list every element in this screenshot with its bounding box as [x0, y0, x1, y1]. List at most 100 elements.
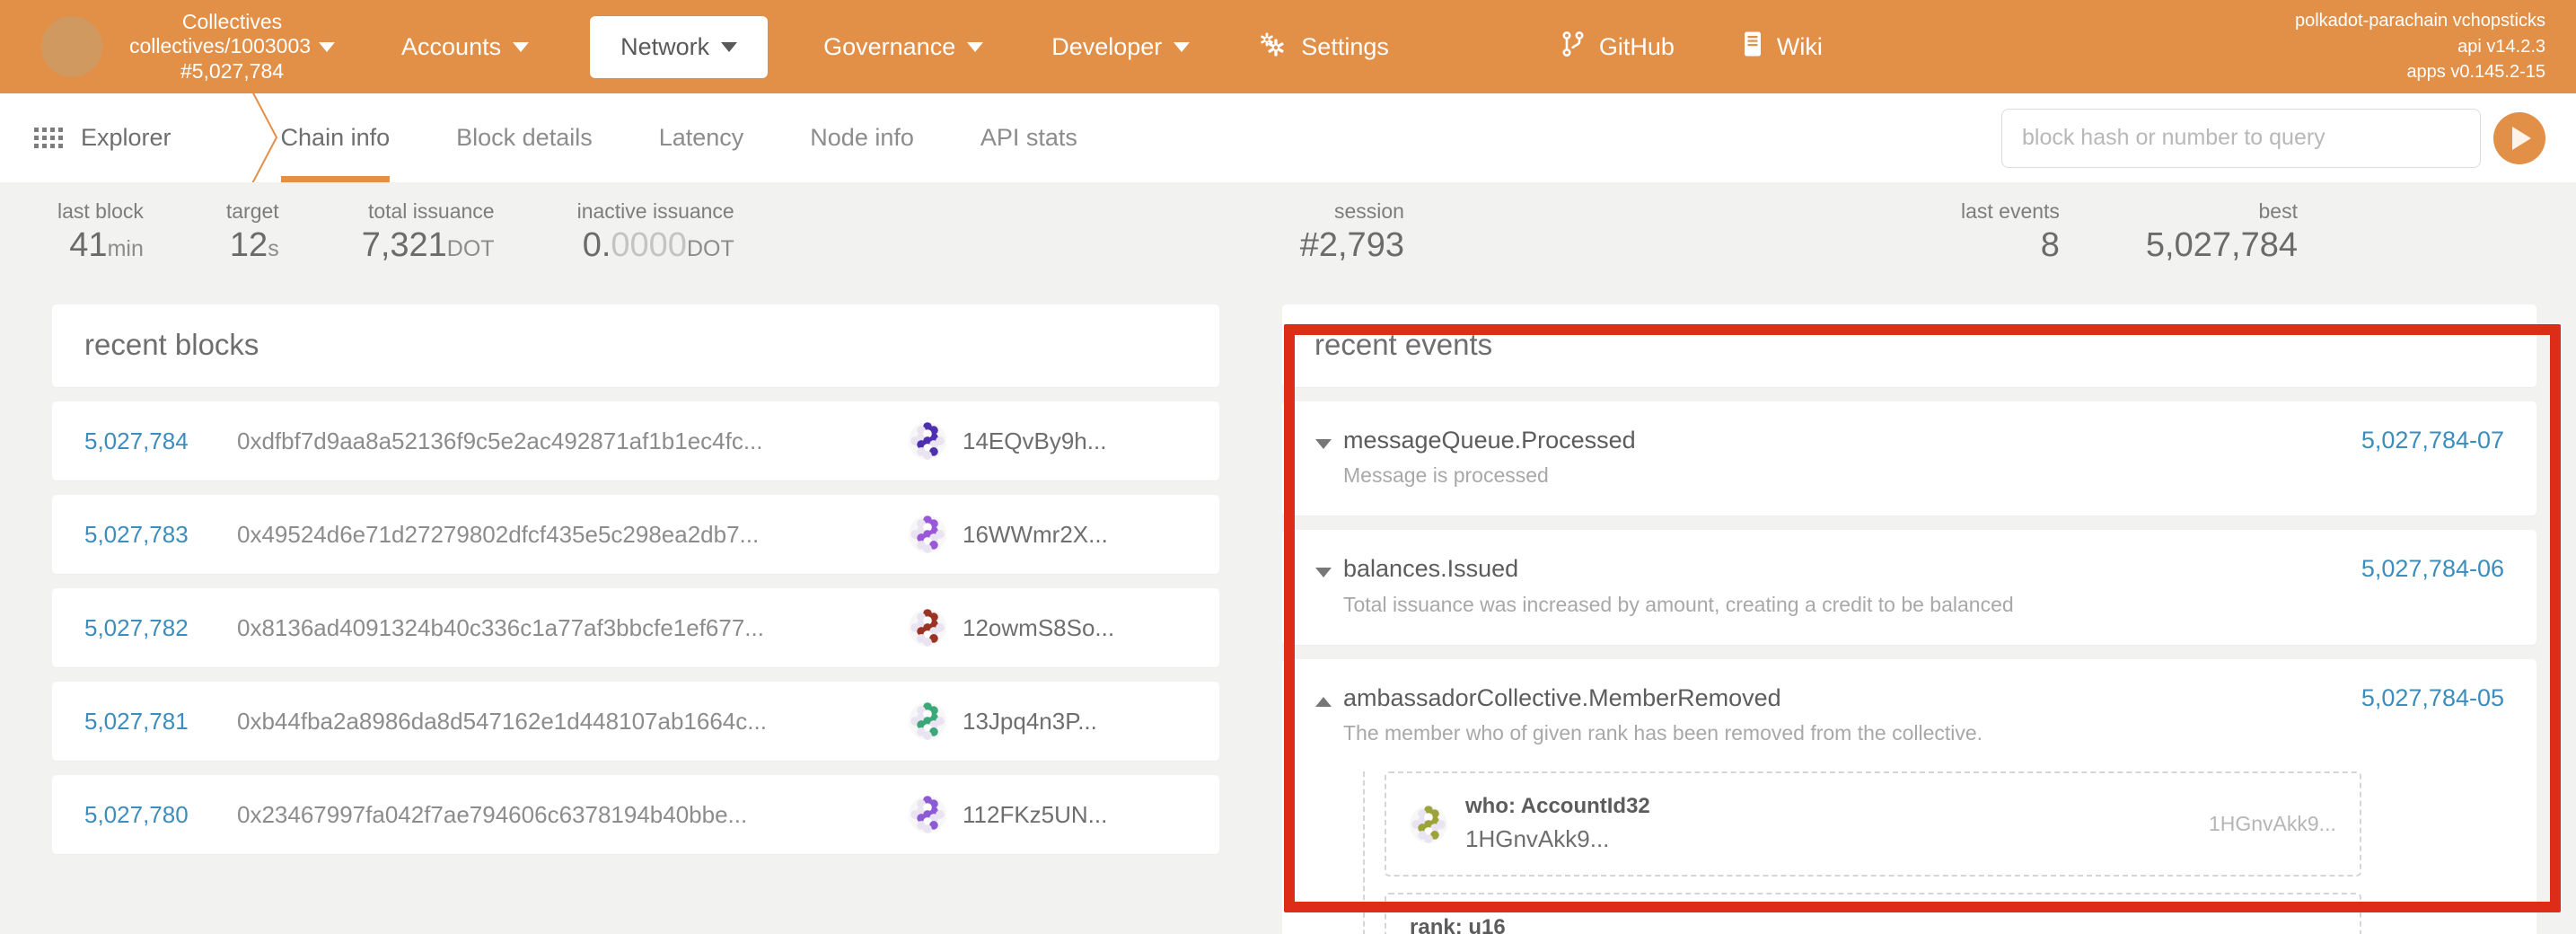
chevron-down-icon: [967, 42, 983, 52]
event-name: ambassadorCollective.MemberRemoved: [1343, 683, 2361, 714]
block-hash: 0x49524d6e71d27279802dfcf435e5c298ea2db7…: [237, 521, 909, 549]
stat-inactive-issuance: inactive issuance 0.0000DOT: [577, 198, 734, 267]
event-name: messageQueue.Processed: [1343, 425, 2361, 456]
tab-label: Block details: [456, 124, 593, 152]
tab-latency[interactable]: Latency: [659, 93, 744, 182]
block-number-link[interactable]: 5,027,784: [84, 427, 237, 455]
block-hash: 0xdfbf7d9aa8a52136f9c5e2ac492871af1b1ec4…: [237, 427, 909, 455]
block-author-address: 16WWmr2X...: [963, 521, 1108, 549]
stat-unit: s: [268, 236, 279, 261]
gear-icon: [1258, 31, 1287, 63]
stat-session: session #2,793: [1300, 198, 1404, 267]
search-area: [2001, 109, 2545, 168]
sub-nav-bar: Explorer Chain info Block details Latenc…: [0, 93, 2576, 182]
nav-item-accounts[interactable]: Accounts: [400, 33, 531, 61]
event-name: balances.Issued: [1343, 553, 2361, 585]
tab-label: Node info: [810, 124, 914, 152]
tab-label: Chain info: [281, 124, 391, 152]
block-author[interactable]: 16WWmr2X...: [909, 515, 1187, 553]
chevron-down-icon: [513, 42, 529, 52]
app-grid-icon: [34, 128, 63, 148]
section-explorer[interactable]: Explorer: [34, 124, 171, 152]
stat-total-issuance: total issuance 7,321DOT: [362, 198, 495, 267]
block-author[interactable]: 112FKz5UN...: [909, 796, 1187, 833]
block-author[interactable]: 12owmS8So...: [909, 609, 1187, 647]
chevron-down-icon: [721, 42, 737, 52]
nav-item-settings[interactable]: Settings: [1256, 31, 1391, 63]
param-value[interactable]: 1HGnvAkk9...: [1465, 823, 2187, 857]
recent-blocks-list: 5,027,7840xdfbf7d9aa8a52136f9c5e2ac49287…: [52, 401, 1219, 854]
search-submit-button[interactable]: [2493, 112, 2545, 164]
block-author-address: 13Jpq4n3P...: [963, 708, 1097, 736]
recent-blocks-panel: recent blocks 5,027,7840xdfbf7d9aa8a5213…: [0, 304, 1253, 868]
event-params: who: AccountId321HGnvAkk9...1HGnvAkk9...…: [1363, 771, 2361, 934]
nav-label-accounts: Accounts: [401, 33, 501, 61]
recent-blocks-header: recent blocks: [52, 304, 1219, 387]
stat-label: last block: [57, 198, 144, 225]
block-author[interactable]: 14EQvBy9h...: [909, 422, 1187, 460]
recent-events-list: messageQueue.Processed Message is process…: [1282, 401, 2536, 934]
explorer-page: Collectives collectives/1003003 #5,027,7…: [0, 0, 2576, 934]
event-description: Total issuance was increased by amount, …: [1343, 590, 2361, 620]
event-item: messageQueue.Processed Message is process…: [1282, 401, 2536, 515]
param-secondary-value: 1HGnvAkk9...: [2187, 812, 2336, 836]
event-block-index[interactable]: 5,027,784-05: [2361, 683, 2504, 712]
block-number-link[interactable]: 5,027,783: [84, 521, 237, 549]
stat-value: 5,027,784: [2146, 226, 2298, 264]
identicon-icon: [909, 422, 946, 460]
stat-last-events: last events 8: [1961, 198, 2060, 267]
block-author[interactable]: 13Jpq4n3P...: [909, 702, 1187, 740]
event-description: Message is processed: [1343, 461, 2361, 490]
param-label: who: AccountId32: [1465, 791, 2187, 823]
event-item: balances.Issued Total issuance was increa…: [1282, 530, 2536, 644]
main-content: recent blocks 5,027,7840xdfbf7d9aa8a5213…: [0, 304, 2576, 934]
summary-bar: last block 41min target 12s total issuan…: [0, 182, 2576, 304]
nav-item-developer[interactable]: Developer: [1050, 33, 1191, 61]
nav-item-governance[interactable]: Governance: [822, 33, 985, 61]
stat-value-fraction: 0000: [611, 226, 687, 264]
chain-name: Collectives: [129, 10, 335, 34]
stat-value: 12: [230, 226, 268, 264]
block-number-link[interactable]: 5,027,782: [84, 614, 237, 642]
nav-item-network[interactable]: Network: [590, 16, 768, 78]
tab-block-details[interactable]: Block details: [456, 93, 593, 182]
chain-selector[interactable]: Collectives collectives/1003003 #5,027,7…: [129, 10, 335, 83]
recent-events-panel: recent events messageQueue.Processed Mess…: [1253, 304, 2576, 934]
tab-chain-info[interactable]: Chain info: [281, 93, 391, 182]
event-block-index[interactable]: 5,027,784-06: [2361, 553, 2504, 583]
stat-label: target: [226, 198, 279, 225]
event-item: ambassadorCollective.MemberRemovedThe me…: [1282, 659, 2536, 934]
event-expand-toggle[interactable]: [1304, 683, 1343, 707]
chain-endpoint: collectives/1003003: [129, 34, 311, 58]
stat-label: inactive issuance: [577, 198, 734, 225]
event-expand-toggle[interactable]: [1304, 425, 1343, 449]
block-number-link[interactable]: 5,027,780: [84, 801, 237, 829]
block-hash: 0x8136ad4091324b40c336c1a77af3bbcfe1ef67…: [237, 614, 909, 642]
event-param: rank: u163: [1385, 893, 2361, 934]
tab-api-stats[interactable]: API stats: [980, 93, 1077, 182]
version-info: polkadot-parachain vchopsticks api v14.2…: [2295, 8, 2545, 84]
identicon-icon: [909, 702, 946, 740]
nav-label-github: GitHub: [1599, 33, 1675, 61]
search-input[interactable]: [2001, 109, 2481, 168]
block-author-address: 112FKz5UN...: [963, 801, 1107, 829]
panel-title: recent events: [1314, 328, 2504, 362]
chevron-down-icon: [319, 42, 335, 52]
stat-label: best: [2146, 198, 2298, 225]
event-param: who: AccountId321HGnvAkk9...1HGnvAkk9...: [1385, 771, 2361, 876]
stat-last-block: last block 41min: [57, 198, 144, 267]
stat-unit: min: [108, 236, 144, 261]
block-number-link[interactable]: 5,027,781: [84, 708, 237, 736]
event-block-index[interactable]: 5,027,784-07: [2361, 425, 2504, 454]
identicon-icon: [909, 609, 946, 647]
nav-link-wiki[interactable]: Wiki: [1741, 31, 1824, 64]
block-author-address: 12owmS8So...: [963, 614, 1114, 642]
tab-label: API stats: [980, 124, 1077, 152]
stat-unit: DOT: [687, 236, 734, 261]
stat-label: total issuance: [362, 198, 495, 225]
chevron-up-icon: [1315, 697, 1332, 707]
event-expand-toggle[interactable]: [1304, 553, 1343, 577]
tab-list: Chain info Block details Latency Node in…: [281, 93, 1144, 182]
nav-link-github[interactable]: GitHub: [1560, 31, 1676, 64]
tab-node-info[interactable]: Node info: [810, 93, 914, 182]
